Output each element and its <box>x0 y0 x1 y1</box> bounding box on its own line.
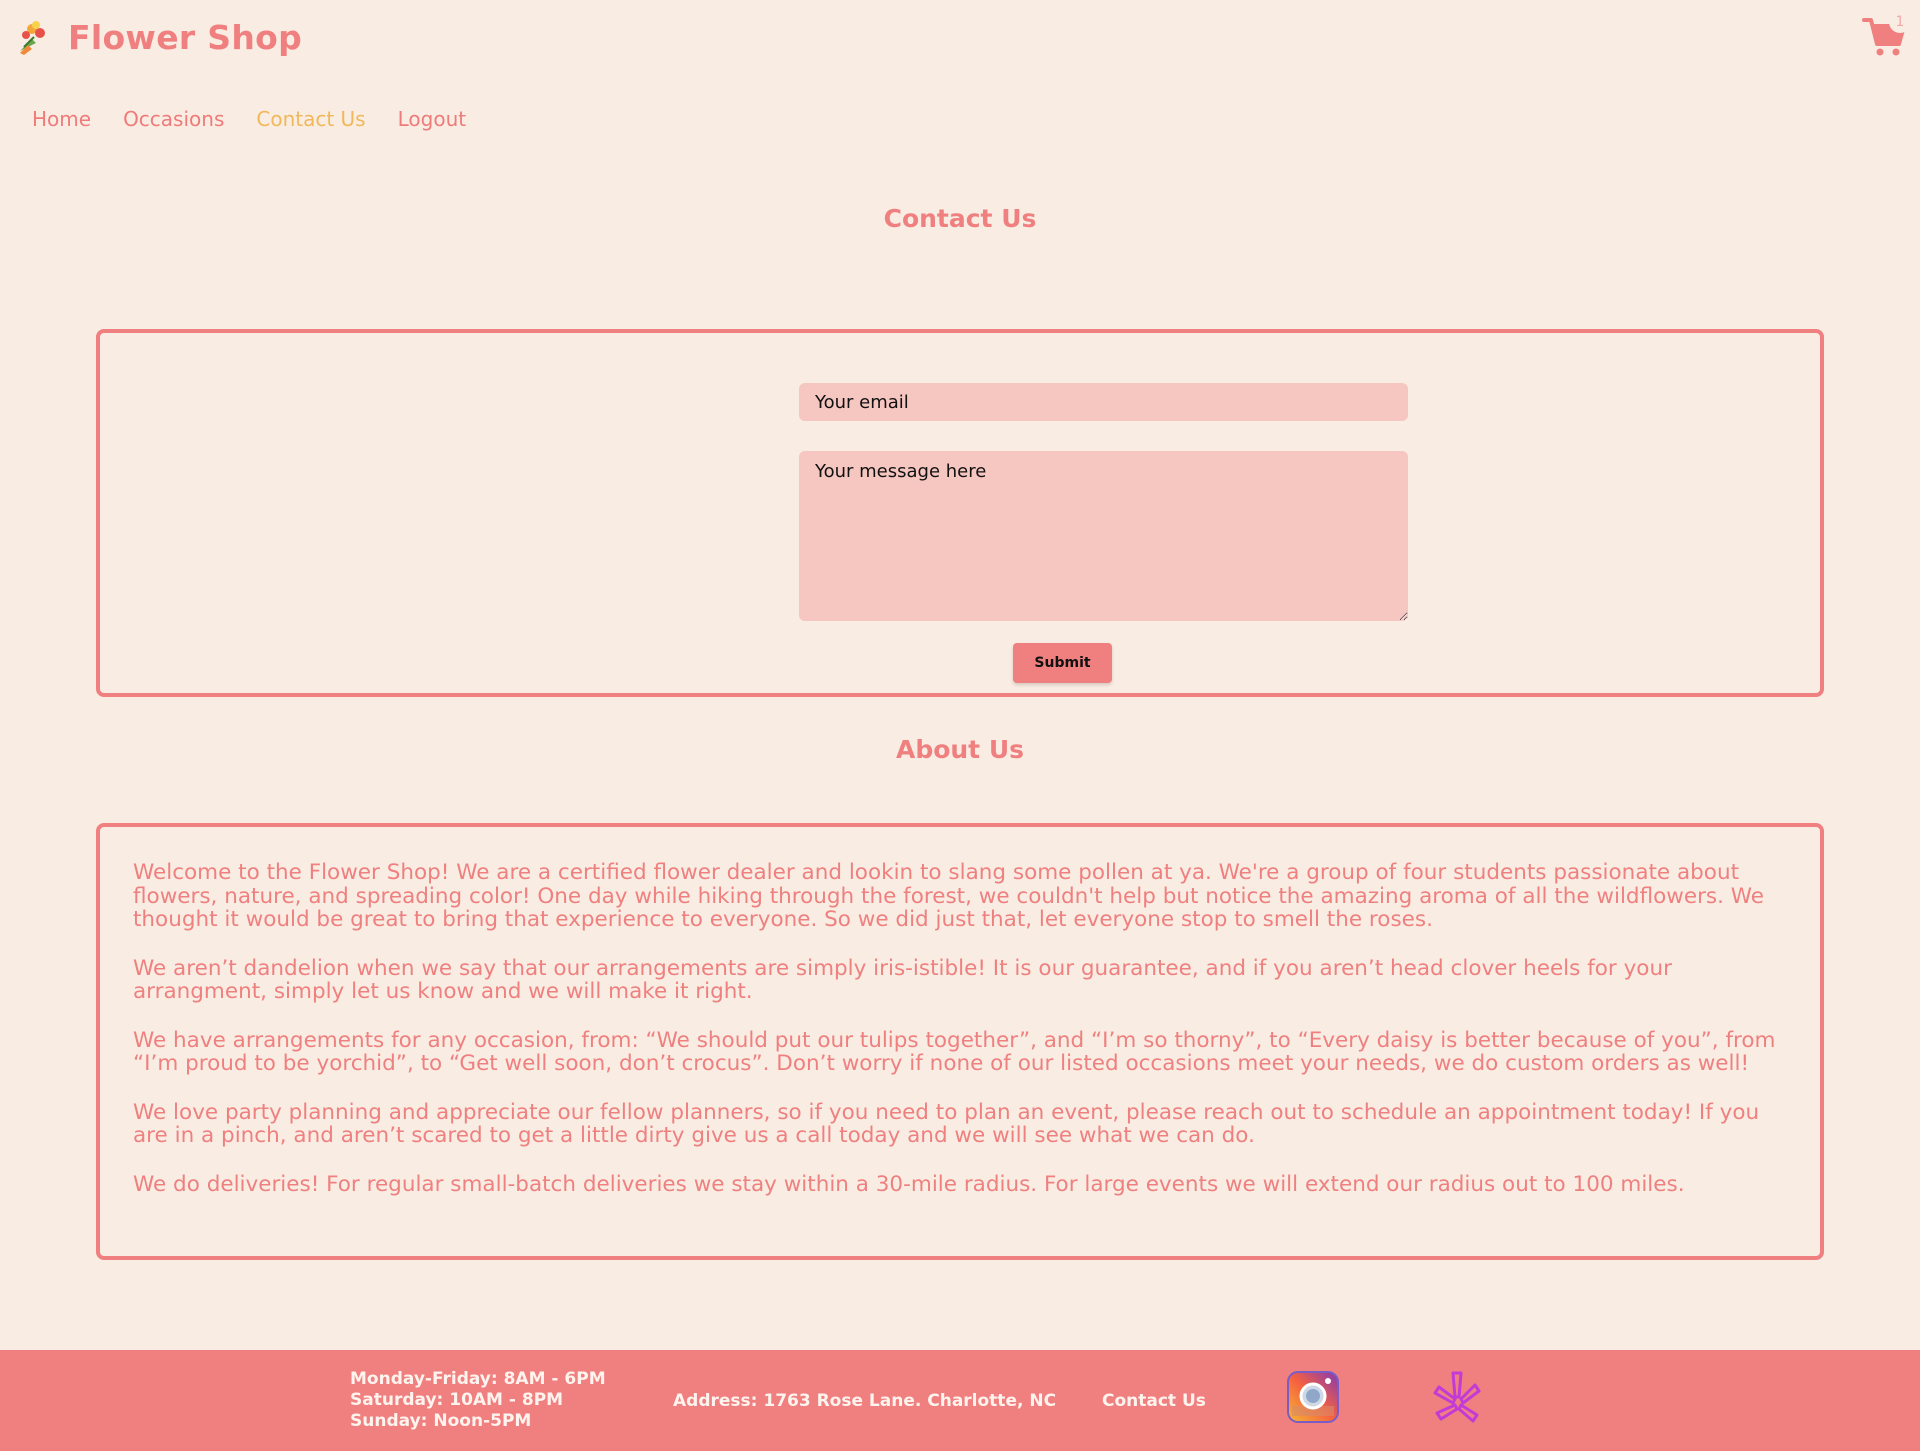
about-card: Welcome to the Flower Shop! We are a cer… <box>96 823 1824 1260</box>
cart-count-badge: 1 <box>1889 11 1911 33</box>
about-paragraph: We aren’t dandelion when we say that our… <box>133 955 1672 1004</box>
nav-contact-us[interactable]: Contact Us <box>256 107 365 131</box>
about-paragraph: We do deliveries! For regular small-batc… <box>133 1171 1685 1197</box>
bouquet-icon <box>20 21 45 55</box>
about-paragraph: Welcome to the Flower Shop! We are a cer… <box>133 860 1765 932</box>
main-nav: Home Occasions Contact Us Logout <box>32 107 466 131</box>
hours-saturday: Saturday: 10AM - 8PM <box>350 1390 564 1410</box>
brand[interactable]: Flower Shop <box>14 14 302 60</box>
contact-form: Submit <box>96 329 1824 697</box>
nav-home[interactable]: Home <box>32 107 91 131</box>
about-paragraph: We have arrangements for any occasion, f… <box>133 1027 1776 1076</box>
about-title: About Us <box>895 735 1025 764</box>
footer: Monday-Friday: 8AM - 6PM Saturday: 10AM … <box>0 1350 1920 1451</box>
cart-button[interactable]: 1 <box>1862 11 1911 58</box>
nav-logout[interactable]: Logout <box>398 107 466 131</box>
brand-title: Flower Shop <box>68 17 303 57</box>
submit-button[interactable]: Submit <box>1013 643 1112 683</box>
yelp-icon[interactable] <box>1431 1369 1483 1427</box>
address: Address: 1763 Rose Lane. Charlotte, NC <box>673 1391 1057 1411</box>
instagram-icon[interactable] <box>1286 1370 1340 1424</box>
message-textarea[interactable] <box>799 451 1408 621</box>
page: Flower Shop 1 Home Occasions Contact Us … <box>0 0 1920 1451</box>
hours-sunday: Sunday: Noon-5PM <box>350 1411 532 1431</box>
business-hours: Monday-Friday: 8AM - 6PM Saturday: 10AM … <box>350 1369 606 1432</box>
contact-title: Contact Us <box>883 204 1037 233</box>
email-input[interactable] <box>799 383 1408 421</box>
about-paragraph: We love party planning and appreciate ou… <box>133 1099 1760 1148</box>
hours-weekday: Monday-Friday: 8AM - 6PM <box>350 1369 606 1389</box>
nav-occasions[interactable]: Occasions <box>123 107 224 131</box>
footer-contact-link[interactable]: Contact Us <box>1102 1391 1206 1411</box>
